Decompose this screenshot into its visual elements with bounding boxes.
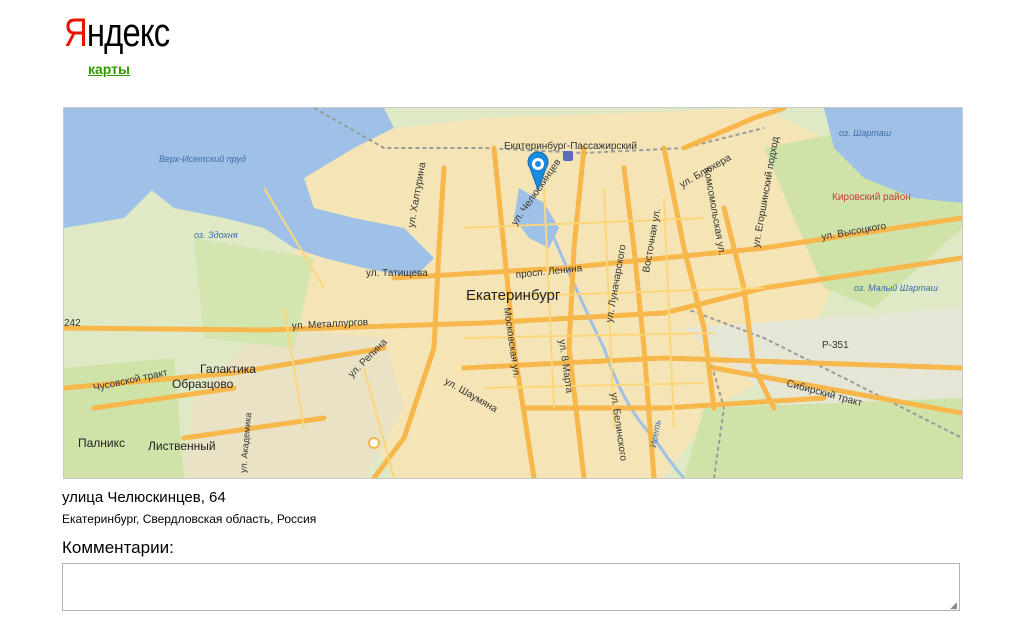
label-lake-maly-shartash: оз. Малый Шарташ	[854, 283, 938, 293]
label-palniks: Палникс	[78, 436, 125, 450]
comments-label: Комментарии:	[62, 538, 174, 557]
label-r242: 242	[64, 318, 81, 329]
logo-first-letter: Я	[64, 11, 88, 55]
map-view[interactable]: Екатеринбург-Пассажирский Верх-Исетский …	[63, 107, 963, 479]
resize-grip-icon[interactable]: ◢	[950, 601, 957, 610]
label-galaktika: Галактика	[200, 362, 256, 376]
logo-rest: ндекс	[86, 11, 170, 55]
forest-southeast	[684, 398, 962, 478]
label-r351: Р-351	[822, 340, 849, 351]
address-subtitle: Екатеринбург, Свердловская область, Росс…	[62, 512, 317, 526]
roundabout	[368, 437, 380, 449]
maps-service-link[interactable]: карты	[88, 61, 130, 77]
train-station-icon	[563, 151, 573, 161]
label-lake-zdokhnya: оз. Здохня	[194, 230, 238, 240]
label-city: Екатеринбург	[466, 287, 561, 304]
label-lake-shartash: оз. Шарташ	[839, 128, 892, 138]
address-title: улица Челюскинцев, 64	[62, 489, 226, 506]
label-district-kirovsky: Кировский район	[832, 192, 911, 203]
yandex-logo[interactable]: Яндекс	[64, 10, 170, 56]
label-obraztsovo: Образцово	[172, 377, 234, 391]
comments-textarea[interactable]	[62, 563, 960, 611]
label-tatishcheva: ул. Татищева	[366, 268, 428, 279]
label-pond: Верх-Исетский пруд	[159, 154, 246, 164]
label-listvenny: Лиственный	[148, 439, 216, 453]
label-station: Екатеринбург-Пассажирский	[504, 140, 637, 152]
map-canvas: Екатеринбург-Пассажирский Верх-Исетский …	[64, 108, 962, 478]
